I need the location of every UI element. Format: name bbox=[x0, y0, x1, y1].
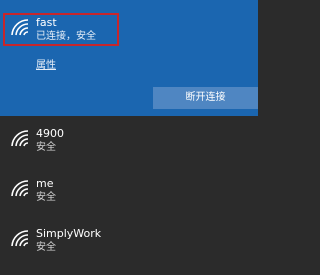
network-status: 安全 bbox=[36, 242, 56, 253]
network-status: 安全 bbox=[36, 192, 56, 203]
network-name: SimplyWork bbox=[36, 227, 102, 240]
disconnect-button[interactable]: 断开连接 bbox=[153, 87, 258, 109]
network-name: me bbox=[36, 177, 54, 190]
network-name: 4900 bbox=[36, 127, 64, 140]
active-network-name: fast bbox=[36, 16, 57, 29]
wifi-secured-icon bbox=[10, 129, 30, 149]
network-item-simplywork[interactable]: SimplyWork 安全 bbox=[0, 223, 258, 275]
wifi-secured-icon bbox=[10, 229, 30, 249]
network-item-me[interactable]: me 安全 bbox=[0, 173, 258, 225]
network-status: 安全 bbox=[36, 142, 56, 153]
active-network-status: 已连接，安全 bbox=[36, 31, 96, 42]
wifi-secured-icon bbox=[10, 179, 30, 199]
properties-link[interactable]: 属性 bbox=[36, 60, 56, 72]
active-network-panel[interactable]: fast 已连接，安全 属性 断开连接 bbox=[0, 0, 258, 116]
network-item-4900[interactable]: 4900 安全 bbox=[0, 123, 258, 175]
